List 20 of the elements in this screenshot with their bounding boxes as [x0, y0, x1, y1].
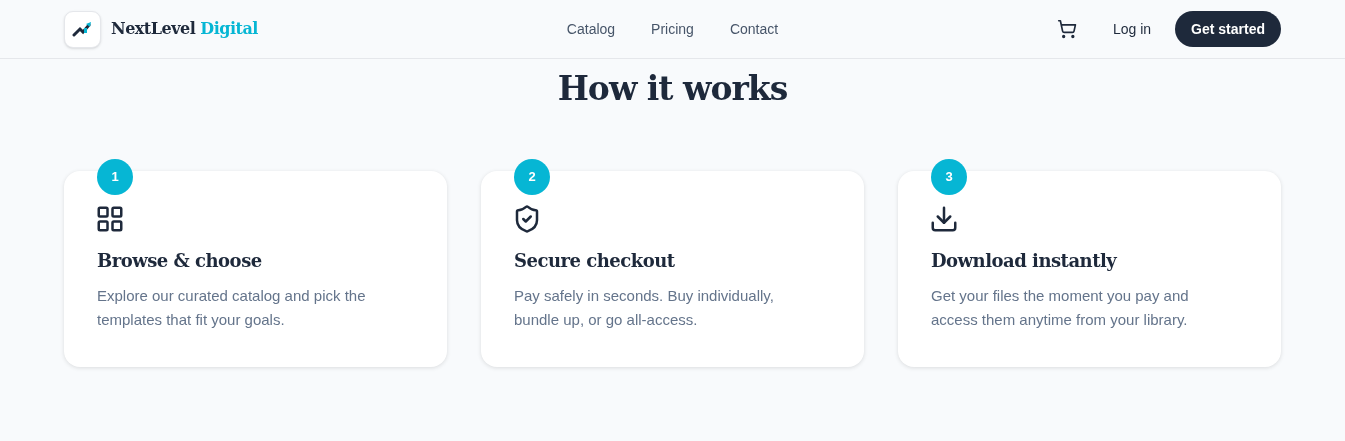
step-description: Explore our curated catalog and pick the templates that fit your goals.	[97, 286, 367, 330]
nav-link[interactable]: Pricing	[651, 18, 694, 40]
nav-link[interactable]: Contact	[729, 18, 779, 40]
logo-icon[interactable]	[64, 10, 101, 48]
login-button[interactable]: Log in	[1102, 12, 1162, 46]
step-title: Secure checkout	[514, 249, 676, 273]
get-started-button[interactable]: Get started	[1175, 11, 1281, 47]
step-number-badge: 2	[514, 159, 550, 195]
cart-icon[interactable]	[1056, 19, 1077, 39]
download-icon	[929, 204, 959, 234]
step-title: Download instantly	[931, 249, 1118, 273]
nav-link[interactable]: Catalog	[566, 18, 616, 40]
step-description: Get your files the moment you pay and access them anytime from your library.	[931, 286, 1190, 330]
section-title: How it works	[556, 68, 789, 110]
grid-icon	[95, 204, 125, 234]
step-number-badge: 1	[97, 159, 133, 195]
brand-name[interactable]: NextLevel Digital	[111, 17, 258, 41]
step-description: Pay safely in seconds. Buy individually, bundle up, or go all-access.	[514, 286, 775, 330]
step-title: Browse & choose	[97, 249, 263, 273]
step-number-badge: 3	[931, 159, 967, 195]
